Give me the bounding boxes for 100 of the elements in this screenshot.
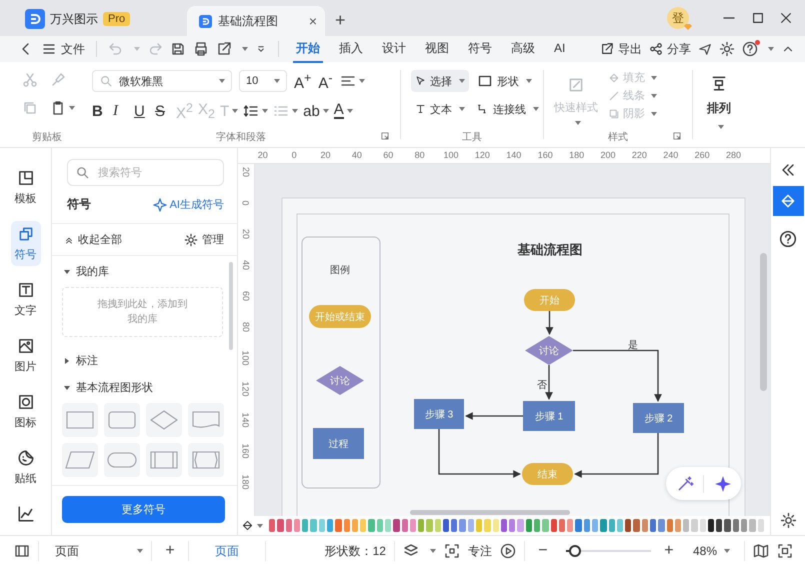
color-swatch[interactable] xyxy=(393,519,400,532)
manage-button[interactable]: 管理 xyxy=(184,232,224,247)
ribbon-tab[interactable]: 设计 xyxy=(379,36,409,62)
tool-button[interactable]: 文本 xyxy=(411,98,469,120)
ribbon-tab[interactable]: AI xyxy=(551,37,568,61)
copy-icon[interactable] xyxy=(22,100,38,116)
color-swatch[interactable] xyxy=(484,519,491,532)
color-swatch[interactable] xyxy=(592,519,598,532)
play-icon[interactable] xyxy=(500,543,516,559)
add-page-button[interactable]: + xyxy=(160,542,180,560)
print-icon[interactable] xyxy=(193,41,209,57)
shape-tile[interactable] xyxy=(146,443,182,477)
color-swatch[interactable] xyxy=(633,519,640,532)
dialog-launcher-icon[interactable] xyxy=(380,131,390,141)
shape-tile[interactable] xyxy=(146,403,182,437)
settings-icon[interactable] xyxy=(719,41,735,57)
color-swatch[interactable] xyxy=(666,519,673,532)
fullscreen-icon[interactable] xyxy=(777,543,793,559)
color-swatch[interactable] xyxy=(732,519,740,532)
color-swatch[interactable] xyxy=(384,519,392,532)
italic-button[interactable]: I xyxy=(113,102,129,120)
shape-tile[interactable] xyxy=(188,443,224,477)
ribbon-tab[interactable]: 插入 xyxy=(336,36,366,62)
collapse-panel-icon[interactable] xyxy=(780,162,796,178)
color-swatch[interactable] xyxy=(344,519,350,532)
ribbon-tab[interactable]: 开始 xyxy=(293,36,323,62)
close-icon[interactable] xyxy=(779,11,793,25)
color-swatch[interactable] xyxy=(451,519,458,532)
scissors-icon[interactable] xyxy=(22,72,38,88)
color-swatch[interactable] xyxy=(335,519,342,532)
color-swatch[interactable] xyxy=(277,519,284,532)
shape-tile[interactable] xyxy=(104,443,140,477)
tool-button[interactable]: 选择 xyxy=(411,70,469,92)
sidebar-item[interactable]: 图标 xyxy=(10,389,40,434)
shape-tile[interactable] xyxy=(62,403,98,437)
section-header[interactable]: 标注 xyxy=(62,349,223,372)
color-swatch[interactable] xyxy=(426,519,433,532)
magic-wand-icon[interactable] xyxy=(676,474,694,492)
sidebar-item[interactable]: 图片 xyxy=(10,333,40,378)
color-swatch[interactable] xyxy=(402,519,408,532)
color-swatch[interactable] xyxy=(326,519,334,532)
color-swatch[interactable] xyxy=(716,519,722,532)
ribbon-tab[interactable]: 符号 xyxy=(465,36,495,62)
color-swatch[interactable] xyxy=(625,519,632,532)
sidebar-item[interactable]: 模板 xyxy=(10,165,40,210)
zoom-out-button[interactable]: − xyxy=(532,542,553,560)
color-swatch[interactable] xyxy=(542,519,549,532)
sparkle-icon[interactable] xyxy=(714,474,732,492)
map-icon[interactable] xyxy=(753,543,769,559)
page-select[interactable]: 页面 xyxy=(47,542,143,560)
maximize-icon[interactable] xyxy=(751,11,765,25)
color-swatch[interactable] xyxy=(286,519,292,532)
color-swatch[interactable] xyxy=(724,519,731,532)
file-menu-button[interactable]: 文件 xyxy=(41,40,85,58)
color-swatch[interactable] xyxy=(434,519,441,532)
section-header[interactable]: 基本流程图形状 xyxy=(62,376,223,399)
sidebar-item[interactable]: 文字 xyxy=(10,277,40,322)
export-icon[interactable] xyxy=(216,41,232,57)
collapse-all-button[interactable]: 收起全部 xyxy=(64,232,122,247)
shape-tile[interactable] xyxy=(104,403,140,437)
color-swatch[interactable] xyxy=(376,519,383,532)
new-tab-button[interactable]: + xyxy=(335,10,346,31)
export-button[interactable]: 导出 xyxy=(600,40,642,58)
line-spacing-button[interactable] xyxy=(243,103,268,119)
color-swatch[interactable] xyxy=(476,519,482,532)
color-swatch[interactable] xyxy=(418,519,424,532)
color-swatch[interactable] xyxy=(658,519,664,532)
ribbon-tab[interactable]: 视图 xyxy=(422,36,452,62)
color-swatch[interactable] xyxy=(534,519,540,532)
color-swatch[interactable] xyxy=(360,519,366,532)
settings-icon[interactable] xyxy=(780,512,796,529)
font-color-button[interactable]: A xyxy=(334,103,353,119)
send-icon[interactable] xyxy=(698,42,712,56)
color-swatch[interactable] xyxy=(642,519,648,532)
color-swatch[interactable] xyxy=(550,519,557,532)
arrange-button[interactable]: 排列 xyxy=(697,62,741,147)
tool-button[interactable]: 形状 xyxy=(473,70,543,92)
decrease-font-button[interactable]: A$^{-}$ xyxy=(318,70,333,92)
color-swatch[interactable] xyxy=(526,519,532,532)
color-swatch[interactable] xyxy=(584,519,590,532)
strikethrough-button[interactable]: S xyxy=(155,102,171,120)
dialog-launcher-icon[interactable] xyxy=(672,131,682,141)
color-swatch[interactable] xyxy=(749,519,756,532)
color-swatch[interactable] xyxy=(459,519,466,532)
scrollbar[interactable] xyxy=(760,253,767,391)
font-family-select[interactable]: 微软雅黑 xyxy=(92,70,232,92)
color-swatch[interactable] xyxy=(517,519,524,532)
color-swatch[interactable] xyxy=(650,519,656,532)
color-swatch[interactable] xyxy=(294,519,300,532)
increase-font-button[interactable]: A$^{+}$ xyxy=(294,70,312,92)
shape-tile[interactable] xyxy=(62,443,98,477)
color-swatch[interactable] xyxy=(442,519,450,532)
zoom-in-button[interactable]: + xyxy=(658,542,679,560)
help-icon[interactable] xyxy=(742,41,758,57)
save-icon[interactable] xyxy=(170,41,186,57)
document-tab[interactable]: 基础流程图 × xyxy=(187,6,325,36)
tool-button[interactable]: 连接线 xyxy=(473,98,543,120)
color-swatch[interactable] xyxy=(410,519,416,532)
page-tab[interactable]: 页面 xyxy=(197,542,257,560)
close-tab-button[interactable]: × xyxy=(308,13,317,29)
